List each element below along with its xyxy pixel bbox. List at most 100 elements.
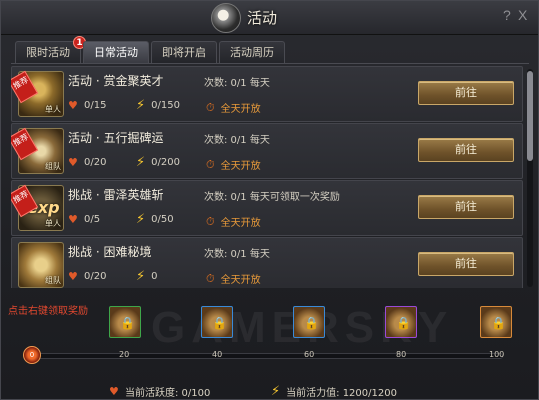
activity-row: 推荐 组队 活动 · 五行掘碑运 次数: 0/1 每天 ♥ 0/20 ⚡ 0/2… — [11, 123, 523, 179]
milestone-label: 40 — [212, 350, 223, 359]
reward-hint: 点击右键领取奖励 — [8, 306, 88, 317]
activity-row: 推荐 单人 活动 · 赏金聚英才 次数: 0/1 每天 ♥ 0/15 ⚡ 0/1… — [11, 66, 523, 122]
tab-label: 日常活动 — [94, 46, 138, 59]
scroll-icon: 组队 — [18, 242, 64, 288]
energy-value: 0/50 — [151, 214, 174, 225]
clock-icon: ⏱ — [206, 271, 215, 285]
mode-label: 组队 — [45, 162, 61, 171]
heart-icon: ♥ — [68, 213, 78, 226]
milestone-label: 100 — [489, 350, 505, 359]
title-bar: 活动 ? X — [1, 1, 538, 35]
milestone-label: 20 — [119, 350, 130, 359]
tab-label: 即将开启 — [162, 46, 206, 59]
energy-stat: ⚡ 0/200 — [136, 154, 180, 170]
activity-row: 组队 挑战 · 困难秘境 次数: 0/1 每天 ♥ 0/20 ⚡ 0 ⏱ 全天开… — [11, 237, 523, 288]
energy-value: 0/150 — [151, 100, 180, 111]
energy-stat: ⚡ 0/150 — [136, 97, 180, 113]
open-time: 全天开放 — [220, 218, 261, 229]
window-title: 活动 — [247, 9, 278, 27]
energy-value: 0/200 — [151, 157, 180, 168]
activity-name: 活动 · 赏金聚英才 — [68, 74, 164, 88]
gold-pile-icon: 推荐 单人 — [11, 70, 64, 117]
current-vitality-label: 当前活跃度: 0/100 — [125, 388, 211, 399]
clock-icon: ⏱ — [206, 214, 215, 228]
mode-label: 单人 — [45, 105, 61, 114]
vitality-stat: ♥ 0/20 — [68, 157, 106, 168]
time-stat: ⏱ 全天开放 — [206, 157, 261, 173]
vitality-value: 0/20 — [84, 271, 107, 282]
heart-icon: ♥ — [68, 99, 78, 112]
lock-icon: 🔒 — [212, 316, 227, 330]
crossed-swords-icon: 推荐 组队 — [11, 127, 64, 174]
energy-value: 0 — [151, 271, 158, 282]
time-stat: ⏱ 全天开放 — [206, 271, 261, 287]
activity-count: 次数: 0/1 每天可领取一次奖励 — [204, 192, 340, 203]
reward-chest-40[interactable]: 🔒 — [201, 306, 233, 338]
activity-count: 次数: 0/1 每天 — [204, 135, 270, 146]
current-vitality: ♥ 当前活跃度: 0/100 — [109, 384, 210, 399]
tab-label: 限时活动 — [26, 46, 70, 59]
open-time: 全天开放 — [220, 104, 261, 115]
vitality-value: 0/15 — [84, 100, 107, 111]
goto-button[interactable]: 前往 — [418, 81, 514, 105]
lightning-icon: ⚡ — [271, 383, 281, 399]
heart-icon: ♥ — [109, 385, 119, 398]
lock-icon: 🔒 — [120, 316, 135, 330]
activity-count: 次数: 0/1 每天 — [204, 249, 270, 260]
reward-chest-80[interactable]: 🔒 — [385, 306, 417, 338]
goto-button[interactable]: 前往 — [418, 195, 514, 219]
lock-icon: 🔒 — [396, 316, 411, 330]
exp-icon: exp 推荐 单人 — [11, 184, 64, 231]
scroll-thumb[interactable] — [527, 71, 533, 161]
energy-stat: ⚡ 0 — [136, 268, 158, 284]
tab-label: 活动周历 — [230, 46, 274, 59]
lightning-icon: ⚡ — [136, 97, 146, 113]
energy-stat: ⚡ 0/50 — [136, 213, 174, 226]
time-stat: ⏱ 全天开放 — [206, 100, 261, 116]
tab-daily[interactable]: 日常活动 — [83, 41, 149, 63]
lock-icon: 🔒 — [491, 316, 506, 330]
milestone-label: 80 — [396, 350, 407, 359]
time-stat: ⏱ 全天开放 — [206, 214, 261, 230]
goto-button[interactable]: 前往 — [418, 252, 514, 276]
activity-list: 推荐 单人 活动 · 赏金聚英才 次数: 0/1 每天 ♥ 0/15 ⚡ 0/1… — [11, 66, 523, 288]
milestone-label: 60 — [304, 350, 315, 359]
tab-calendar[interactable]: 活动周历 — [219, 41, 285, 63]
activity-window: 活动 ? X 限时活动 1 日常活动 即将开启 活动周历 推荐 单人 活动 · … — [0, 0, 539, 400]
activity-name: 挑战 · 雷泽英雄斩 — [68, 188, 164, 202]
recommend-ribbon: 推荐 — [11, 70, 39, 104]
current-energy: ⚡ 当前活力值: 1200/1200 — [271, 383, 397, 400]
tab-bar: 限时活动 1 日常活动 即将开启 活动周历 — [15, 36, 287, 63]
lightning-icon: ⚡ — [136, 154, 146, 170]
activity-progress-track — [31, 353, 503, 359]
tab-limited-time[interactable]: 限时活动 1 — [15, 36, 86, 63]
mode-label: 单人 — [45, 219, 61, 228]
heart-icon: ♥ — [68, 270, 78, 283]
lightning-icon: ⚡ — [136, 268, 146, 284]
vitality-stat: ♥ 0/5 — [68, 214, 100, 225]
clock-icon: ⏱ — [206, 100, 215, 114]
close-button[interactable]: X — [518, 7, 527, 23]
recommend-ribbon: 推荐 — [11, 127, 39, 161]
help-button[interactable]: ? — [503, 7, 511, 23]
goto-button[interactable]: 前往 — [418, 138, 514, 162]
vitality-stat: ♥ 0/20 — [68, 271, 106, 282]
lock-icon: 🔒 — [304, 316, 319, 330]
heart-icon: ♥ — [68, 156, 78, 169]
list-scrollbar[interactable] — [527, 69, 533, 287]
vitality-value: 0/20 — [84, 157, 107, 168]
open-time: 全天开放 — [220, 161, 261, 172]
tab-divider — [11, 63, 529, 64]
activity-name: 挑战 · 困难秘境 — [68, 245, 152, 259]
activity-name: 活动 · 五行掘碑运 — [68, 131, 164, 145]
tab-upcoming[interactable]: 即将开启 — [151, 41, 217, 63]
reward-chest-20[interactable]: 🔒 — [109, 306, 141, 338]
reward-chest-100[interactable]: 🔒 — [480, 306, 512, 338]
open-time: 全天开放 — [220, 275, 261, 286]
current-energy-label: 当前活力值: 1200/1200 — [286, 388, 397, 399]
mode-label: 组队 — [45, 276, 61, 285]
clock-icon: ⏱ — [206, 157, 215, 171]
vitality-stat: ♥ 0/15 — [68, 100, 106, 111]
vitality-value: 0/5 — [84, 214, 101, 225]
reward-chest-60[interactable]: 🔒 — [293, 306, 325, 338]
